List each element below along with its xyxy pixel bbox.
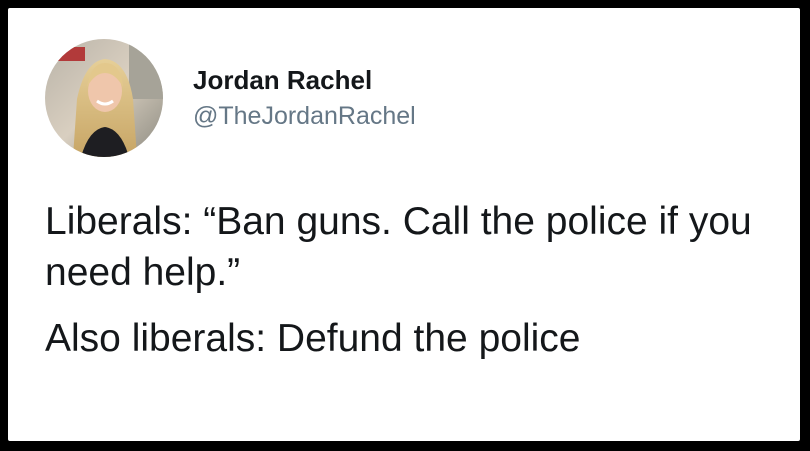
tweet-paragraph: Also liberals: Defund the police: [45, 317, 581, 360]
avatar[interactable]: [45, 39, 163, 157]
tweet-paragraph: Liberals: “Ban guns. Call the police if …: [45, 200, 752, 294]
author-info: Jordan Rachel @TheJordanRachel: [193, 64, 416, 132]
tweet-card: Jordan Rachel @TheJordanRachel Liberals:…: [8, 8, 800, 441]
tweet-text: Liberals: “Ban guns. Call the police if …: [45, 196, 785, 364]
author-handle[interactable]: @TheJordanRachel: [193, 100, 416, 132]
author-display-name[interactable]: Jordan Rachel: [193, 64, 416, 96]
tweet-header: Jordan Rachel @TheJordanRachel: [45, 39, 416, 157]
profile-photo-icon: [45, 39, 163, 157]
